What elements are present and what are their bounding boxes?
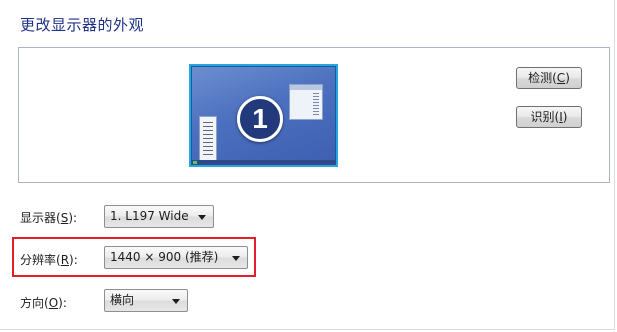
resolution-select-value: 1440 × 900 (推荐): [110, 250, 219, 264]
orientation-select-value: 横向: [110, 293, 135, 307]
orientation-label: 方向(O):: [20, 294, 67, 311]
detect-button-accesskey: C: [556, 71, 566, 85]
orientation-select[interactable]: 横向: [104, 289, 188, 312]
monitor-1-tile[interactable]: 1: [189, 64, 338, 167]
detect-button-close: ): [565, 71, 570, 85]
identify-button-text: 识别(: [530, 110, 560, 124]
monitor-number-badge: 1: [237, 96, 283, 142]
page-title: 更改显示器的外观: [20, 16, 145, 34]
resolution-label-close: ):: [69, 253, 78, 267]
display-label-close: ):: [68, 211, 78, 225]
chevron-down-icon: [232, 256, 240, 261]
detect-button-text: 检测(: [528, 71, 557, 85]
display-label-text: 显示器(: [20, 211, 61, 225]
orientation-label-text: 方向(: [20, 296, 49, 310]
chevron-down-icon: [172, 299, 180, 304]
resolution-select[interactable]: 1440 × 900 (推荐): [104, 246, 248, 269]
display-select[interactable]: 1. L197 Wide: [104, 205, 214, 228]
resolution-label-text: 分辨率(: [20, 253, 61, 267]
preview-document-lines: [203, 122, 213, 156]
preview-taskbar: [191, 160, 336, 165]
preview-start-icon: [193, 161, 197, 164]
display-select-value: 1. L197 Wide: [110, 209, 189, 223]
resolution-label: 分辨率(R):: [20, 251, 78, 268]
identify-button-close: ): [562, 110, 568, 124]
resolution-label-accesskey: R: [60, 253, 70, 267]
preview-window-icon: [289, 84, 323, 120]
orientation-label-close: ):: [58, 296, 67, 310]
display-settings-panel: 更改显示器的外观 1 检测(C) 识别(I) 显示器(S): 1. L197 W…: [0, 0, 615, 330]
preview-document-icon: [199, 116, 217, 162]
monitor-preview-area: 1 检测(C) 识别(I): [18, 47, 610, 183]
detect-button[interactable]: 检测(C): [516, 67, 582, 89]
display-label: 显示器(S):: [20, 209, 77, 226]
orientation-label-accesskey: O: [48, 296, 59, 310]
preview-window-lines: [313, 93, 319, 115]
identify-button[interactable]: 识别(I): [516, 106, 582, 128]
chevron-down-icon: [198, 215, 206, 220]
